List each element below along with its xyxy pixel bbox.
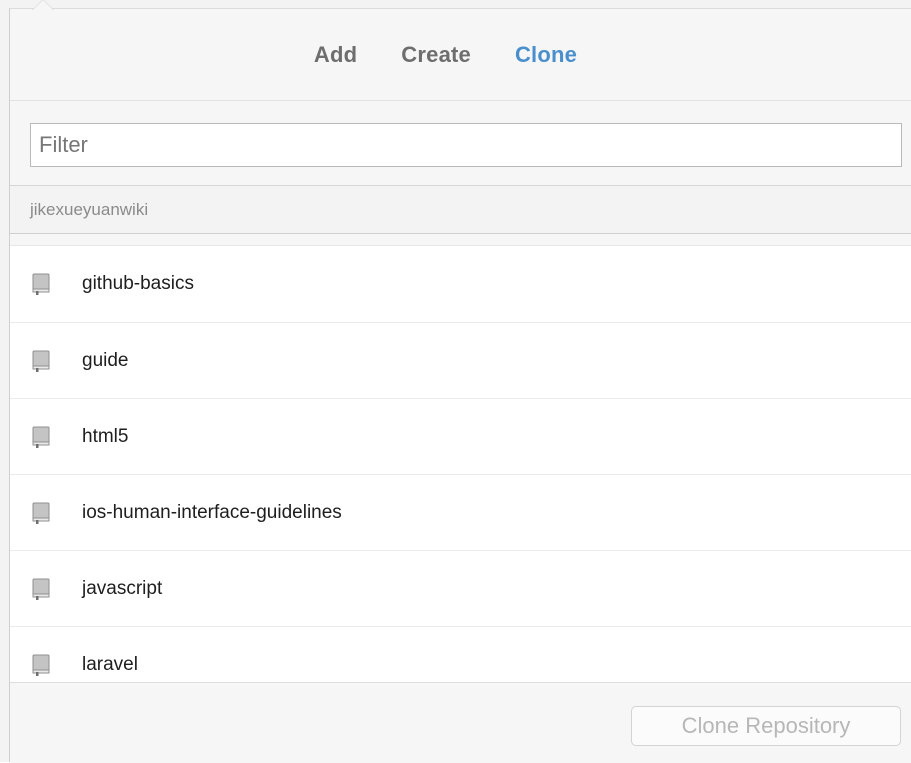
account-name: jikexueyuanwiki (30, 199, 149, 219)
filter-container (30, 123, 902, 167)
tab-create[interactable]: Create (401, 42, 471, 68)
book-icon (32, 502, 50, 524)
repository-name: github-basics (82, 273, 194, 294)
repository-name: javascript (82, 577, 163, 599)
account-section-header: jikexueyuanwiki (10, 185, 911, 234)
list-item-html5[interactable]: html5 (10, 399, 911, 475)
repository-name: html5 (82, 425, 129, 447)
list-item-guide[interactable]: guide (10, 323, 911, 399)
list-item-laravel[interactable]: laravel (10, 627, 911, 682)
book-icon (32, 654, 50, 676)
clone-popover: Add Create Clone jikexueyuanwiki github-… (9, 0, 911, 763)
popover-footer: Clone Repository (10, 682, 911, 763)
list-item-github-basics[interactable]: github-basics (10, 246, 911, 323)
repository-list[interactable]: github-basics guide html5 ios-human-inte… (10, 245, 911, 682)
repository-name: ios-human-interface-guidelines (82, 501, 342, 523)
popover-tabs: Add Create Clone (10, 9, 911, 101)
filter-input[interactable] (30, 123, 902, 167)
tab-add[interactable]: Add (314, 42, 357, 68)
list-item-javascript[interactable]: javascript (10, 551, 911, 627)
repository-name: laravel (82, 653, 138, 675)
book-icon (32, 350, 50, 372)
tab-clone[interactable]: Clone (515, 42, 577, 68)
book-icon (32, 426, 50, 448)
repository-name: guide (82, 349, 129, 371)
clone-repository-button[interactable]: Clone Repository (631, 706, 901, 746)
list-item-ios-human-interface-guidelines[interactable]: ios-human-interface-guidelines (10, 475, 911, 551)
book-icon (32, 578, 50, 600)
book-icon (32, 273, 50, 295)
